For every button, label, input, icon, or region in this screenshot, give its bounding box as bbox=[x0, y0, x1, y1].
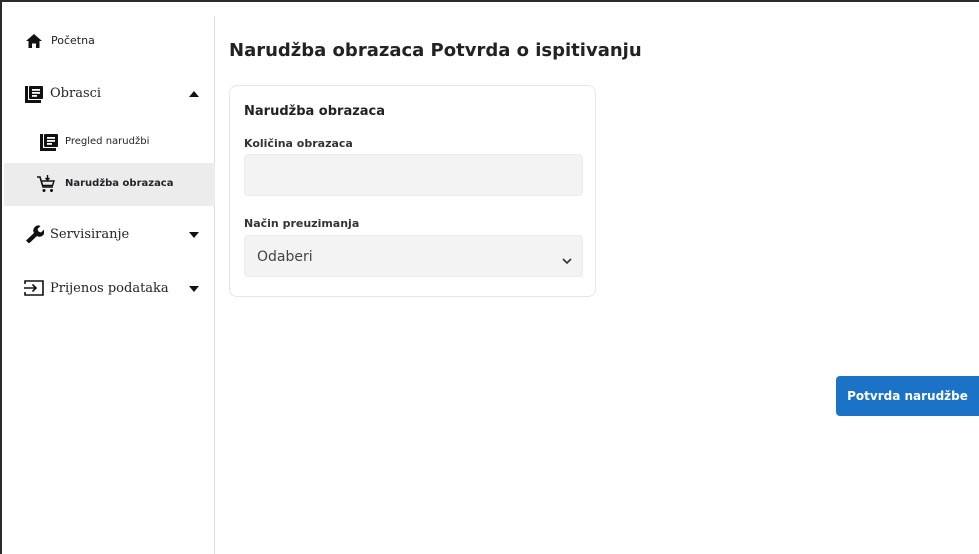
pickup-method-select[interactable]: Odaberi bbox=[244, 235, 583, 277]
caret-down-icon bbox=[189, 232, 199, 238]
home-icon bbox=[26, 34, 42, 48]
sidebar-item-label: Pregled narudžbi bbox=[65, 136, 150, 147]
wrench-icon bbox=[24, 225, 44, 243]
import-icon bbox=[24, 280, 44, 296]
form-icon bbox=[25, 86, 43, 103]
sidebar-item-servisiranje[interactable]: Servisiranje bbox=[4, 218, 215, 250]
sidebar-item-label: Servisiranje bbox=[50, 227, 130, 242]
caret-up-icon bbox=[189, 91, 199, 97]
sidebar-item-narudzba-obrazaca[interactable]: Narudžba obrazaca bbox=[4, 163, 215, 206]
sidebar-item-obrasci[interactable]: Obrasci bbox=[4, 78, 215, 110]
sidebar-item-pocetna[interactable]: Početna bbox=[4, 26, 215, 56]
quantity-input[interactable] bbox=[244, 154, 583, 196]
sidebar-item-pregled-narudzbi[interactable]: Pregled narudžbi bbox=[4, 126, 215, 158]
pickup-method-value: Odaberi bbox=[257, 249, 313, 265]
confirm-order-button[interactable]: Potvrda narudžbe bbox=[836, 376, 979, 416]
sidebar-item-label: Prijenos podataka bbox=[50, 281, 169, 296]
form-icon bbox=[40, 134, 58, 151]
cart-add-icon bbox=[36, 175, 56, 193]
card-title: Narudžba obrazaca bbox=[244, 104, 386, 119]
sidebar-item-label: Obrasci bbox=[50, 86, 102, 101]
caret-down-icon bbox=[189, 286, 199, 292]
pickup-method-label: Način preuzimanja bbox=[244, 217, 360, 230]
sidebar-item-label: Narudžba obrazaca bbox=[65, 178, 174, 189]
order-form-card: Narudžba obrazaca Količina obrazaca Nači… bbox=[229, 85, 596, 297]
sidebar-item-label: Početna bbox=[51, 34, 95, 47]
page-title: Narudžba obrazaca Potvrda o ispitivanju bbox=[229, 40, 642, 61]
sidebar-item-prijenos-podataka[interactable]: Prijenos podataka bbox=[4, 271, 215, 303]
chevron-down-icon bbox=[562, 250, 572, 269]
sidebar: Početna Obrasci Pregled narudžbi Narudžb… bbox=[4, 16, 215, 554]
quantity-label: Količina obrazaca bbox=[244, 137, 353, 150]
